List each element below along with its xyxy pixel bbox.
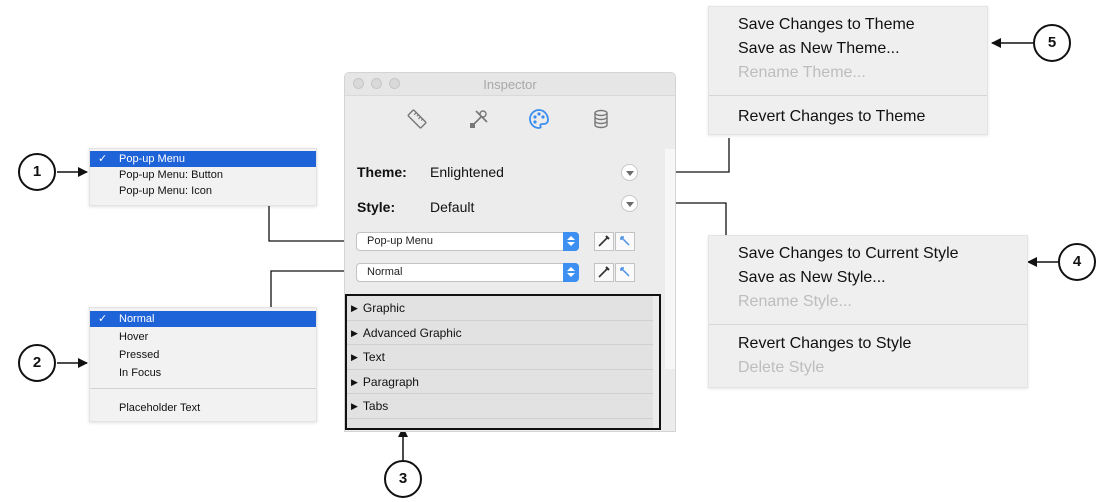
menu-item-placeholder-text[interactable]: Placeholder Text xyxy=(90,400,316,416)
state-menu: ✓ Normal Hover Pressed In Focus Placehold… xyxy=(89,307,317,422)
side-scroll-track xyxy=(665,149,675,369)
disclosure-triangle-icon: ▶ xyxy=(351,352,358,362)
state-popup-value: Normal xyxy=(367,266,403,278)
menu-item-popup-menu[interactable]: ✓ Pop-up Menu xyxy=(90,151,316,167)
database-icon[interactable] xyxy=(589,107,613,131)
eyedropper-button-2[interactable] xyxy=(594,263,614,282)
tools-icon[interactable] xyxy=(467,107,491,131)
menu-separator xyxy=(709,324,1027,325)
menu-item-save-new-theme[interactable]: Save as New Theme... xyxy=(738,40,900,58)
callout-4: 4 xyxy=(1058,243,1096,281)
menu-item-save-changes-style[interactable]: Save Changes to Current Style xyxy=(738,245,959,263)
eyedropper-icon xyxy=(598,235,610,247)
eyedropper-button[interactable] xyxy=(594,232,614,251)
menu-item-in-focus[interactable]: In Focus xyxy=(90,365,316,381)
palette-icon[interactable] xyxy=(527,107,551,131)
style-sections-box: ▶ Graphic ▶ Advanced Graphic ▶ Text ▶ Paragr… xyxy=(345,294,661,430)
reset-style-button-2[interactable] xyxy=(615,263,635,282)
theme-menu-button[interactable] xyxy=(621,164,638,181)
title-bar: Inspector xyxy=(345,73,675,96)
menu-separator xyxy=(90,388,316,389)
disclosure-triangle-icon: ▶ xyxy=(351,401,358,411)
sections-scrollbar[interactable] xyxy=(653,296,659,428)
reset-style-button[interactable] xyxy=(615,232,635,251)
element-menu: ✓ Pop-up Menu Pop-up Menu: Button Pop-up … xyxy=(89,148,317,206)
element-popup-stepper-icon xyxy=(563,232,579,251)
element-popup-value: Pop-up Menu xyxy=(367,235,434,247)
style-menu: Save Changes to Current Style Save as Ne… xyxy=(708,235,1028,388)
reset-arrow-icon xyxy=(620,267,630,277)
section-graphic[interactable]: ▶ Graphic xyxy=(347,296,658,321)
style-value: Default xyxy=(430,199,475,215)
disclosure-triangle-icon: ▶ xyxy=(351,327,358,338)
eyedropper-icon xyxy=(598,266,610,278)
state-popup[interactable]: Normal xyxy=(356,263,579,282)
section-advanced-graphic[interactable]: ▶ Advanced Graphic xyxy=(347,321,658,345)
menu-item-hover[interactable]: Hover xyxy=(90,329,316,345)
disclosure-triangle-icon: ▶ xyxy=(351,303,358,313)
menu-item-rename-theme: Rename Theme... xyxy=(738,64,866,81)
menu-item-pressed[interactable]: Pressed xyxy=(90,347,316,363)
menu-item-popup-menu-button[interactable]: Pop-up Menu: Button xyxy=(90,167,316,183)
menu-item-normal[interactable]: ✓ Normal xyxy=(90,311,316,327)
window-title: Inspector xyxy=(483,77,537,92)
menu-item-popup-menu-icon[interactable]: Pop-up Menu: Icon xyxy=(90,183,316,199)
menu-separator xyxy=(709,95,987,96)
theme-value: Enlightened xyxy=(430,164,504,180)
section-paragraph[interactable]: ▶ Paragraph xyxy=(347,370,658,394)
disclosure-triangle-icon: ▶ xyxy=(351,376,358,387)
section-text[interactable]: ▶ Text xyxy=(347,345,658,370)
callout-1: 1 xyxy=(18,153,56,191)
checkmark-icon: ✓ xyxy=(98,313,108,325)
callout-2: 2 xyxy=(18,344,56,382)
menu-item-save-new-style[interactable]: Save as New Style... xyxy=(738,269,886,287)
callout-3: 3 xyxy=(384,460,422,498)
menu-item-delete-style: Delete Style xyxy=(738,359,825,376)
element-popup[interactable]: Pop-up Menu xyxy=(356,232,579,251)
theme-menu: Save Changes to Theme Save as New Theme.… xyxy=(708,6,988,135)
ruler-icon[interactable] xyxy=(405,107,429,131)
state-popup-stepper-icon xyxy=(563,263,579,282)
style-menu-button[interactable] xyxy=(621,195,638,212)
reset-arrow-icon xyxy=(620,236,630,246)
theme-label: Theme: xyxy=(357,164,407,180)
style-label: Style: xyxy=(357,199,396,215)
callout-5: 5 xyxy=(1033,24,1071,62)
section-tabs[interactable]: ▶ Tabs xyxy=(347,394,658,419)
menu-item-save-changes-theme[interactable]: Save Changes to Theme xyxy=(738,16,915,34)
checkmark-icon: ✓ xyxy=(98,153,108,165)
menu-item-revert-theme[interactable]: Revert Changes to Theme xyxy=(738,108,925,126)
inspector-window: Inspector Theme: Enlightened Style: Defa… xyxy=(344,72,676,432)
menu-item-rename-style: Rename Style... xyxy=(738,293,852,310)
menu-item-revert-style[interactable]: Revert Changes to Style xyxy=(738,335,911,353)
